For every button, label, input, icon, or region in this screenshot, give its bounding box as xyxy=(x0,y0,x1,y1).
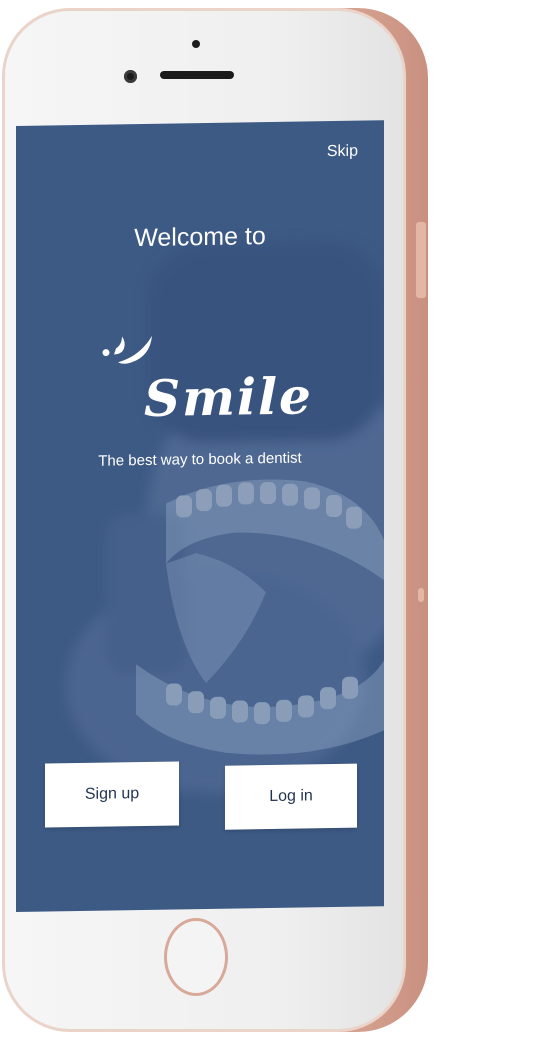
volume-up-button xyxy=(416,222,426,298)
sign-up-button[interactable]: Sign up xyxy=(45,761,179,828)
earpiece-speaker xyxy=(160,71,234,79)
smile-logo: Smile xyxy=(102,335,310,428)
logo-wordmark: Smile xyxy=(144,366,310,428)
welcome-screen: Skip Welcome to Smile The best way to bo… xyxy=(16,120,384,912)
tagline: The best way to book a dentist xyxy=(98,449,302,470)
side-notch xyxy=(418,588,424,602)
smile-icon xyxy=(102,335,152,364)
home-button[interactable] xyxy=(164,918,228,996)
front-camera-icon xyxy=(124,70,137,83)
welcome-heading: Welcome to xyxy=(134,222,266,253)
proximity-sensor xyxy=(192,40,200,48)
log-in-button[interactable]: Log in xyxy=(225,763,357,830)
skip-link[interactable]: Skip xyxy=(327,143,358,161)
